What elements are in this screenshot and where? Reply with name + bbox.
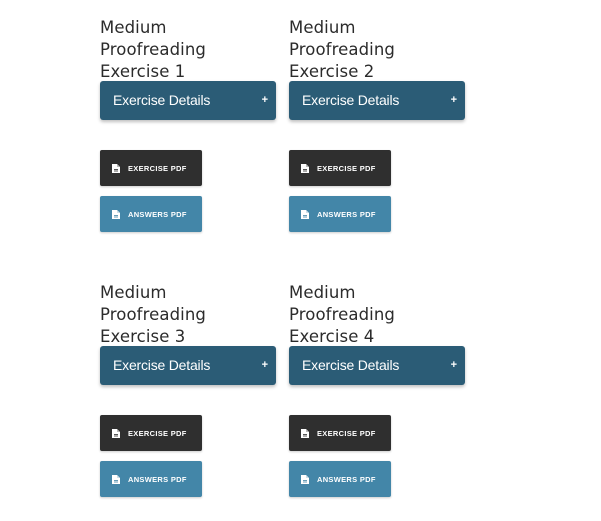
- file-icon: [112, 474, 120, 484]
- card-title-line1: Medium Proofreading: [100, 18, 206, 59]
- exercise-pdf-label: EXERCISE PDF: [128, 163, 187, 173]
- answers-pdf-label: ANSWERS PDF: [128, 209, 187, 219]
- accordion-label: Exercise Details: [113, 357, 211, 373]
- exercise-pdf-label: EXERCISE PDF: [317, 428, 376, 438]
- file-icon: [301, 474, 309, 484]
- accordion-label: Exercise Details: [302, 92, 400, 108]
- file-icon: [301, 163, 309, 173]
- card-title-line2: Exercise 1: [100, 62, 186, 81]
- exercise-details-accordion[interactable]: Exercise Details +: [100, 81, 276, 120]
- exercise-details-accordion[interactable]: Exercise Details +: [289, 346, 465, 385]
- card-title-line1: Medium Proofreading: [289, 18, 395, 59]
- exercise-pdf-label: EXERCISE PDF: [128, 428, 187, 438]
- card-title-line2: Exercise 3: [100, 327, 186, 346]
- exercise-card-2: Medium Proofreading Exercise 2 Exercise …: [289, 17, 465, 232]
- exercise-details-accordion[interactable]: Exercise Details +: [100, 346, 276, 385]
- exercise-pdf-button[interactable]: EXERCISE PDF: [100, 150, 202, 186]
- plus-icon: +: [450, 94, 457, 106]
- file-icon: [301, 428, 309, 438]
- answers-pdf-label: ANSWERS PDF: [128, 474, 187, 484]
- card-title-line2: Exercise 4: [289, 327, 375, 346]
- exercise-pdf-button[interactable]: EXERCISE PDF: [289, 150, 391, 186]
- exercise-pdf-button[interactable]: EXERCISE PDF: [289, 415, 391, 451]
- file-icon: [112, 428, 120, 438]
- answers-pdf-button[interactable]: ANSWERS PDF: [289, 196, 391, 232]
- card-title: Medium Proofreading Exercise 1: [100, 17, 276, 83]
- card-title: Medium Proofreading Exercise 2: [289, 17, 465, 83]
- exercise-details-accordion[interactable]: Exercise Details +: [289, 81, 465, 120]
- answers-pdf-label: ANSWERS PDF: [317, 474, 376, 484]
- card-title: Medium Proofreading Exercise 4: [289, 282, 465, 348]
- plus-icon: +: [450, 359, 457, 371]
- accordion-label: Exercise Details: [302, 357, 400, 373]
- card-title-line1: Medium Proofreading: [289, 283, 395, 324]
- plus-icon: +: [261, 94, 268, 106]
- answers-pdf-button[interactable]: ANSWERS PDF: [289, 461, 391, 497]
- card-title: Medium Proofreading Exercise 3: [100, 282, 276, 348]
- exercise-card-3: Medium Proofreading Exercise 3 Exercise …: [100, 282, 276, 497]
- answers-pdf-button[interactable]: ANSWERS PDF: [100, 461, 202, 497]
- answers-pdf-button[interactable]: ANSWERS PDF: [100, 196, 202, 232]
- plus-icon: +: [261, 359, 268, 371]
- card-title-line2: Exercise 2: [289, 62, 375, 81]
- card-title-line1: Medium Proofreading: [100, 283, 206, 324]
- file-icon: [112, 163, 120, 173]
- file-icon: [112, 209, 120, 219]
- exercise-pdf-label: EXERCISE PDF: [317, 163, 376, 173]
- exercise-card-1: Medium Proofreading Exercise 1 Exercise …: [100, 17, 276, 232]
- answers-pdf-label: ANSWERS PDF: [317, 209, 376, 219]
- accordion-label: Exercise Details: [113, 92, 211, 108]
- file-icon: [301, 209, 309, 219]
- exercise-pdf-button[interactable]: EXERCISE PDF: [100, 415, 202, 451]
- exercise-card-4: Medium Proofreading Exercise 4 Exercise …: [289, 282, 465, 497]
